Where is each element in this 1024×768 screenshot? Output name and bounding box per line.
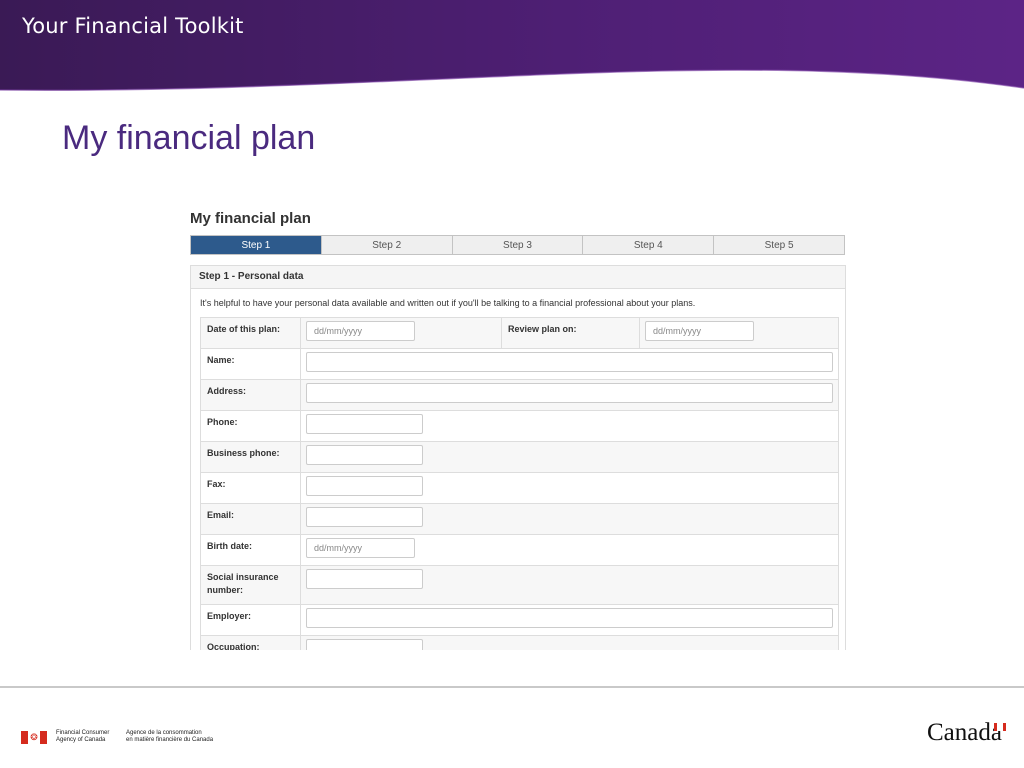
email-input[interactable] — [306, 507, 423, 527]
form-screenshot: My financial plan Step 1 Step 2 Step 3 S… — [188, 206, 848, 650]
table-row: Occupation: — [200, 635, 839, 650]
address-input[interactable] — [306, 383, 833, 403]
step-tabs: Step 1 Step 2 Step 3 Step 4 Step 5 — [190, 235, 845, 255]
phone-label: Phone: — [200, 410, 301, 442]
email-label: Email: — [200, 503, 301, 535]
business-phone-input[interactable] — [306, 445, 423, 465]
date-of-plan-label: Date of this plan: — [200, 317, 301, 349]
panel-heading: Step 1 - Personal data — [191, 266, 845, 289]
tab-step-5[interactable]: Step 5 — [714, 236, 844, 254]
agency-fr-line-2: en matière financière du Canada — [126, 737, 214, 743]
address-label: Address: — [200, 379, 301, 411]
table-row: Email: — [200, 503, 839, 535]
table-row: Address: — [200, 379, 839, 411]
agency-name-french: Agence de la consommation en matière fin… — [126, 730, 213, 744]
tab-step-3[interactable]: Step 3 — [452, 236, 584, 254]
name-input[interactable] — [306, 352, 833, 372]
footer-divider — [0, 686, 1024, 688]
table-row: Business phone: — [200, 441, 839, 473]
header-banner: Your Financial Toolkit — [0, 0, 1024, 100]
table-row: Birth date: dd/mm/yyyy — [200, 534, 839, 566]
table-row: Social insurance number: — [200, 565, 839, 605]
wordmark-flag-icon — [994, 723, 1006, 731]
form-title: My financial plan — [190, 210, 311, 227]
table-row: Name: — [200, 348, 839, 380]
maple-leaf-icon: ❂ — [28, 731, 40, 744]
agency-fr-line-1: Agence de la consommation — [126, 730, 202, 736]
canada-wordmark: Canada — [927, 719, 1002, 746]
sin-label: Social insurance number: — [200, 565, 301, 605]
banner-title: Your Financial Toolkit — [22, 14, 244, 38]
table-row: Employer: — [200, 604, 839, 636]
personal-data-table: Date of this plan: dd/mm/yyyy Review pla… — [200, 317, 839, 650]
agency-name-english: Financial Consumer Agency of Canada — [56, 730, 109, 744]
birth-date-label: Birth date: — [200, 534, 301, 566]
sin-input[interactable] — [306, 569, 423, 589]
employer-label: Employer: — [200, 604, 301, 636]
birth-date-input[interactable]: dd/mm/yyyy — [306, 538, 415, 558]
review-plan-label: Review plan on: — [501, 317, 640, 349]
table-row: Fax: — [200, 472, 839, 504]
phone-input[interactable] — [306, 414, 423, 434]
name-label: Name: — [200, 348, 301, 380]
employer-input[interactable] — [306, 608, 833, 628]
tab-step-4[interactable]: Step 4 — [583, 236, 715, 254]
fax-label: Fax: — [200, 472, 301, 504]
panel-intro: It's helpful to have your personal data … — [200, 298, 696, 308]
occupation-input[interactable] — [306, 639, 423, 650]
tab-step-1[interactable]: Step 1 — [191, 236, 322, 254]
canada-flag-icon: ❂ — [21, 731, 47, 744]
slide-title: My financial plan — [62, 119, 316, 157]
occupation-label: Occupation: — [200, 635, 301, 650]
review-plan-input[interactable]: dd/mm/yyyy — [645, 321, 754, 341]
personal-data-panel: Step 1 - Personal data It's helpful to h… — [190, 265, 846, 650]
table-row: Phone: — [200, 410, 839, 442]
tab-step-2[interactable]: Step 2 — [321, 236, 453, 254]
agency-en-line-2: Agency of Canada — [56, 737, 106, 743]
table-row: Date of this plan: dd/mm/yyyy Review pla… — [200, 317, 839, 349]
fax-input[interactable] — [306, 476, 423, 496]
business-phone-label: Business phone: — [200, 441, 301, 473]
agency-en-line-1: Financial Consumer — [56, 730, 110, 736]
date-of-plan-input[interactable]: dd/mm/yyyy — [306, 321, 415, 341]
